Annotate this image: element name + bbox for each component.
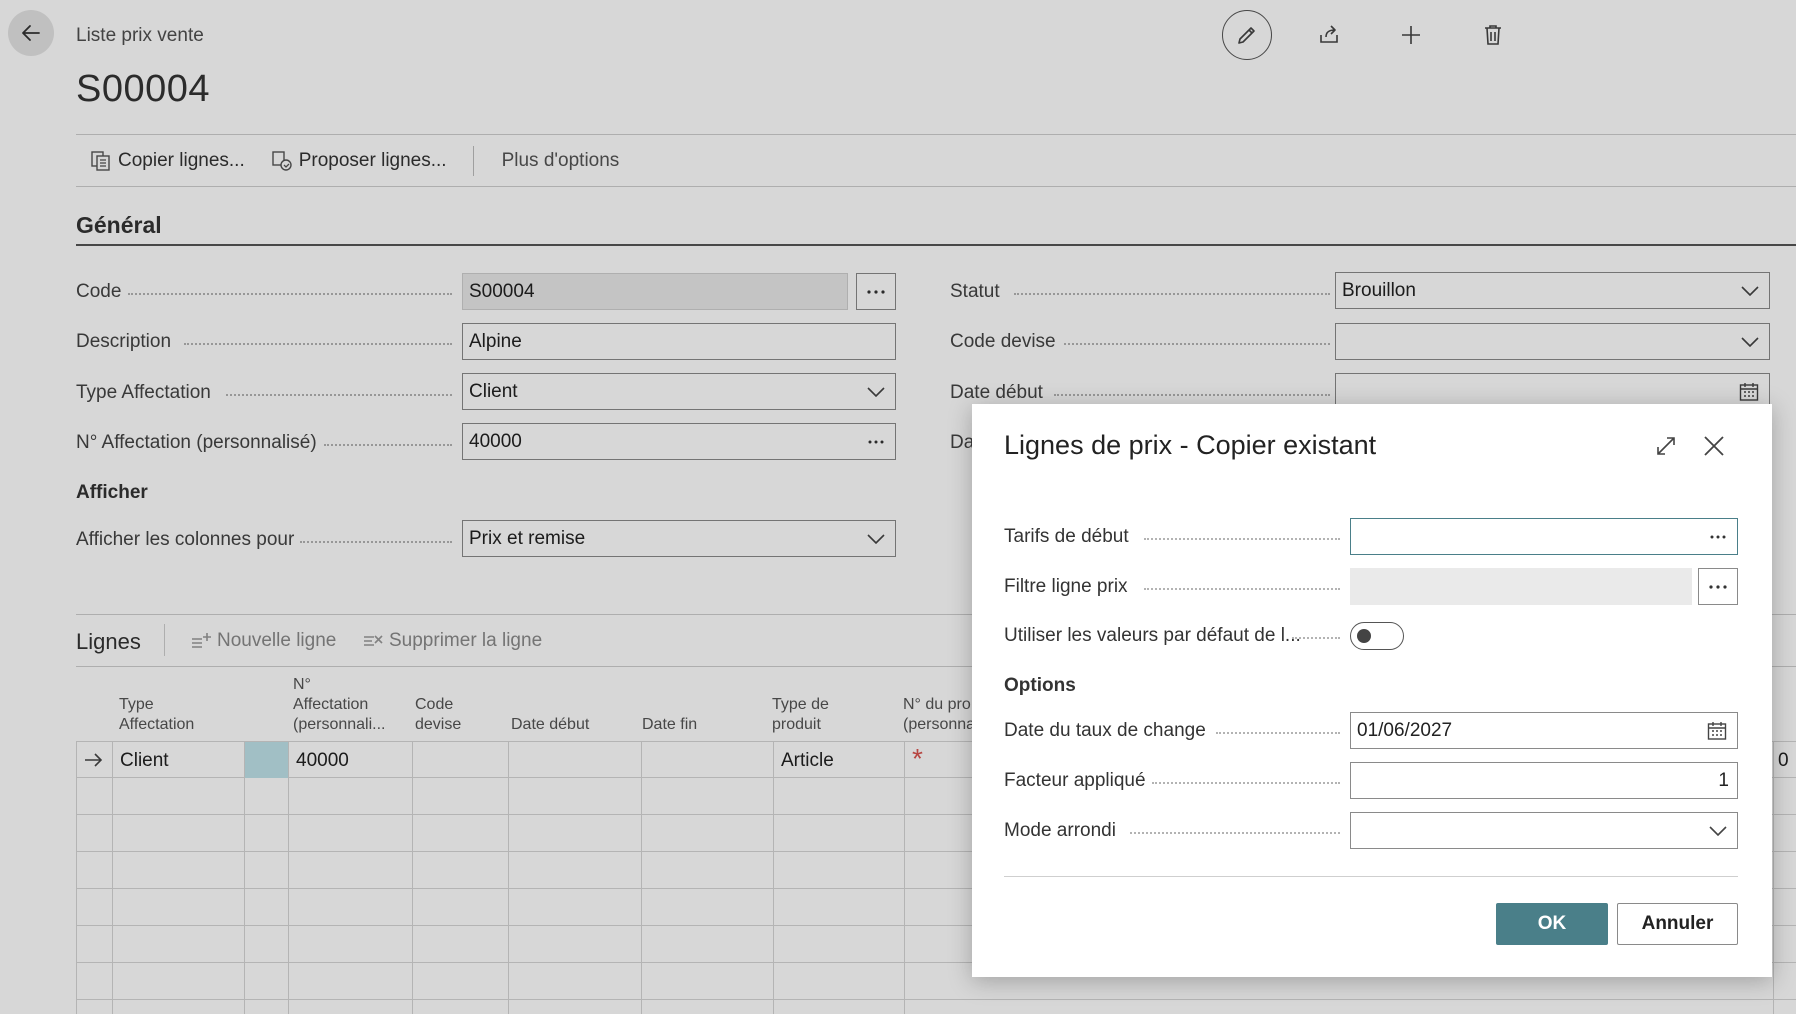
- use-defaults-toggle[interactable]: [1350, 622, 1404, 650]
- toggle-knob: [1357, 629, 1371, 643]
- dot-leader: [1144, 588, 1340, 590]
- price-filter-label: Filtre ligne prix: [1004, 576, 1128, 597]
- price-filter-field[interactable]: [1350, 568, 1692, 605]
- dot-leader: [1144, 538, 1340, 540]
- dot-leader: [1292, 637, 1340, 639]
- close-button[interactable]: [1698, 430, 1730, 462]
- expand-icon: [1657, 437, 1675, 455]
- rounding-label: Mode arrondi: [1004, 820, 1116, 841]
- close-icon: [1704, 436, 1724, 456]
- dot-leader: [1130, 832, 1340, 834]
- dot-leader: [1216, 732, 1340, 734]
- ok-button[interactable]: OK: [1496, 903, 1608, 945]
- start-tariffs-input[interactable]: [1350, 518, 1738, 555]
- dot-leader: [1152, 782, 1340, 784]
- exchange-date-input[interactable]: 01/06/2027: [1350, 712, 1738, 749]
- rounding-select[interactable]: [1350, 812, 1738, 849]
- ellipsis-icon: [1710, 535, 1726, 538]
- copy-existing-dialog: Lignes de prix - Copier existant Tarifs …: [972, 404, 1772, 977]
- factor-value: 1: [1718, 769, 1729, 791]
- start-tariffs-label: Tarifs de début: [1004, 526, 1129, 547]
- ellipsis-icon: [1709, 584, 1727, 589]
- exchange-date-value: 01/06/2027: [1357, 719, 1453, 741]
- dialog-divider: [1004, 876, 1738, 877]
- dialog-title: Lignes de prix - Copier existant: [1004, 430, 1377, 460]
- factor-label: Facteur appliqué: [1004, 770, 1146, 791]
- exchange-date-label: Date du taux de change: [1004, 720, 1206, 741]
- options-subhead: Options: [1004, 675, 1076, 696]
- expand-button[interactable]: [1650, 430, 1682, 462]
- chevron-down-icon: [1709, 825, 1727, 836]
- use-defaults-label: Utiliser les valeurs par défaut de l...: [1004, 625, 1301, 646]
- calendar-icon: [1707, 721, 1727, 740]
- factor-input[interactable]: 1: [1350, 762, 1738, 799]
- price-filter-assist-button[interactable]: [1698, 568, 1738, 605]
- cancel-button[interactable]: Annuler: [1617, 903, 1738, 945]
